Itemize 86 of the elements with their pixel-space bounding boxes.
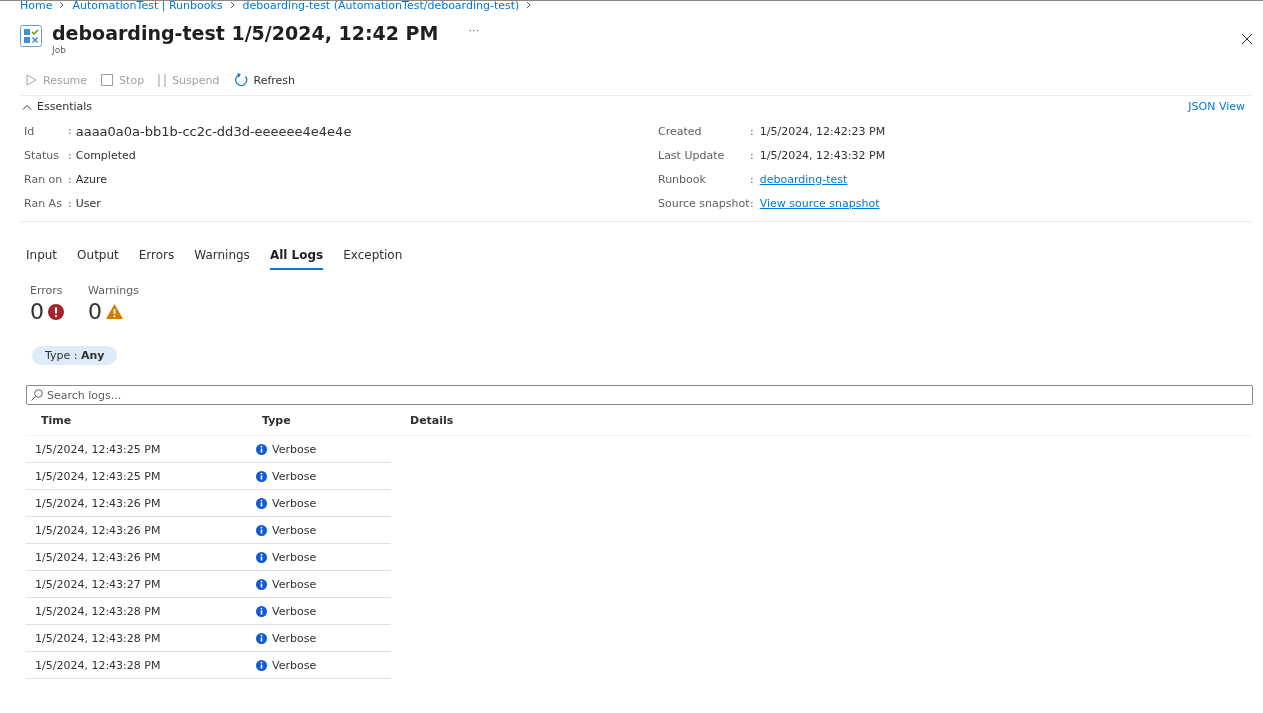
- type-cell: Verbose: [256, 442, 386, 456]
- chevron-icon: [22, 103, 32, 110]
- tab[interactable]: Warnings: [194, 244, 250, 270]
- count-label: Warnings: [88, 284, 139, 297]
- json-view-link[interactable]: JSON View: [1188, 100, 1245, 113]
- type-cell: Verbose: [256, 658, 386, 672]
- colon: :: [68, 196, 72, 210]
- colon: :: [750, 124, 754, 138]
- close-icon: [1241, 33, 1253, 45]
- info-icon: [256, 443, 267, 455]
- time-cell-text: 1/5/2024, 12:43:28 PM: [35, 631, 162, 645]
- time-cell-text: 1/5/2024, 12:43:26 PM: [35, 523, 162, 537]
- field-value: 1/5/2024, 12:42:23 PM: [759, 124, 886, 138]
- count-value: 0: [30, 299, 44, 324]
- time-cell-text: 1/5/2024, 12:43:27 PM: [35, 577, 162, 591]
- type-filter[interactable]: Type : Any: [32, 346, 118, 365]
- type-cell: Verbose: [256, 523, 386, 537]
- field-label: Runbook: [658, 172, 707, 186]
- type-cell: Verbose: [256, 604, 386, 618]
- tab[interactable]: Exception: [343, 244, 403, 270]
- info-icon: [256, 632, 267, 644]
- refresh-icon: [233, 73, 248, 87]
- field-link[interactable]: deboarding-test: [759, 172, 848, 186]
- warning-icon: [106, 304, 123, 319]
- time-cell-text: 1/5/2024, 12:43:26 PM: [35, 496, 162, 510]
- play-icon: [26, 74, 37, 86]
- chevron-icon: [228, 1, 237, 9]
- field-value: Azure: [75, 172, 108, 186]
- field-label: Ran on: [24, 172, 64, 186]
- field-label: Id: [24, 124, 36, 138]
- column-header: Type: [262, 413, 292, 427]
- time-cell-text: 1/5/2024, 12:43:25 PM: [35, 442, 162, 456]
- breadcrumb-link[interactable]: AutomationTest | Runbooks: [72, 0, 223, 12]
- colon: :: [68, 123, 72, 139]
- tab[interactable]: All Logs: [269, 244, 324, 270]
- field-label: Ran As: [24, 196, 63, 210]
- stop-icon: [101, 74, 114, 86]
- info-icon: [256, 524, 267, 536]
- job-icon: [20, 25, 42, 47]
- colon: :: [750, 172, 754, 186]
- colon: :: [750, 196, 754, 210]
- info-icon: [256, 605, 267, 617]
- field-value: aaaa0a0a-bb1b-cc2c-dd3d-eeeeee4e4e4e: [75, 123, 352, 139]
- colon: :: [68, 172, 72, 186]
- essentials-toggle[interactable]: Essentials: [22, 100, 93, 113]
- tab[interactable]: Output: [77, 244, 119, 270]
- info-icon: [256, 578, 267, 590]
- search-icon: [31, 389, 43, 401]
- field-label: Status: [24, 148, 61, 162]
- column-header: Details: [410, 413, 455, 427]
- count-label: Errors: [30, 284, 64, 297]
- breadcrumb-link[interactable]: deboarding-test (AutomationTest/deboarding-test): [242, 0, 520, 12]
- time-cell-text: 1/5/2024, 12:43:26 PM: [35, 550, 162, 564]
- info-icon: [256, 470, 267, 482]
- info-icon: [256, 497, 267, 509]
- field-link[interactable]: View source snapshot: [759, 196, 880, 210]
- time-cell-text: 1/5/2024, 12:43:28 PM: [35, 658, 162, 672]
- more-button[interactable]: ···: [462, 23, 486, 37]
- info-icon: [256, 551, 267, 563]
- type-cell: Verbose: [256, 469, 386, 483]
- error-icon: [48, 303, 64, 320]
- count-value: 0: [88, 299, 102, 324]
- breadcrumb-link[interactable]: Home: [20, 0, 53, 12]
- colon: :: [68, 148, 72, 162]
- field-value: 1/5/2024, 12:43:32 PM: [759, 148, 886, 162]
- field-value: User: [75, 196, 101, 210]
- page-title: deboarding-test 1/5/2024, 12:42 PM: [52, 21, 439, 45]
- toolbar-button[interactable]: Refresh: [233, 73, 296, 87]
- type-cell: Verbose: [256, 577, 386, 591]
- field-label: Source snapshot: [658, 196, 750, 210]
- type-cell: Verbose: [256, 550, 386, 564]
- field-label: Last Update: [658, 148, 726, 162]
- tab[interactable]: Errors: [138, 244, 175, 270]
- info-icon: [256, 659, 267, 671]
- field-value: Completed: [75, 148, 136, 162]
- pause-icon: [158, 73, 167, 87]
- type-cell: Verbose: [256, 631, 386, 645]
- search-field[interactable]: Search logs...: [26, 385, 1253, 405]
- time-cell-text: 1/5/2024, 12:43:25 PM: [35, 469, 162, 483]
- tab[interactable]: Input: [26, 244, 58, 270]
- field-label: Created: [658, 124, 703, 138]
- column-header: Time: [41, 413, 73, 427]
- time-cell-text: 1/5/2024, 12:43:28 PM: [35, 604, 162, 618]
- colon: :: [750, 148, 754, 162]
- page-subtitle: Job: [52, 45, 67, 55]
- type-cell: Verbose: [256, 496, 386, 510]
